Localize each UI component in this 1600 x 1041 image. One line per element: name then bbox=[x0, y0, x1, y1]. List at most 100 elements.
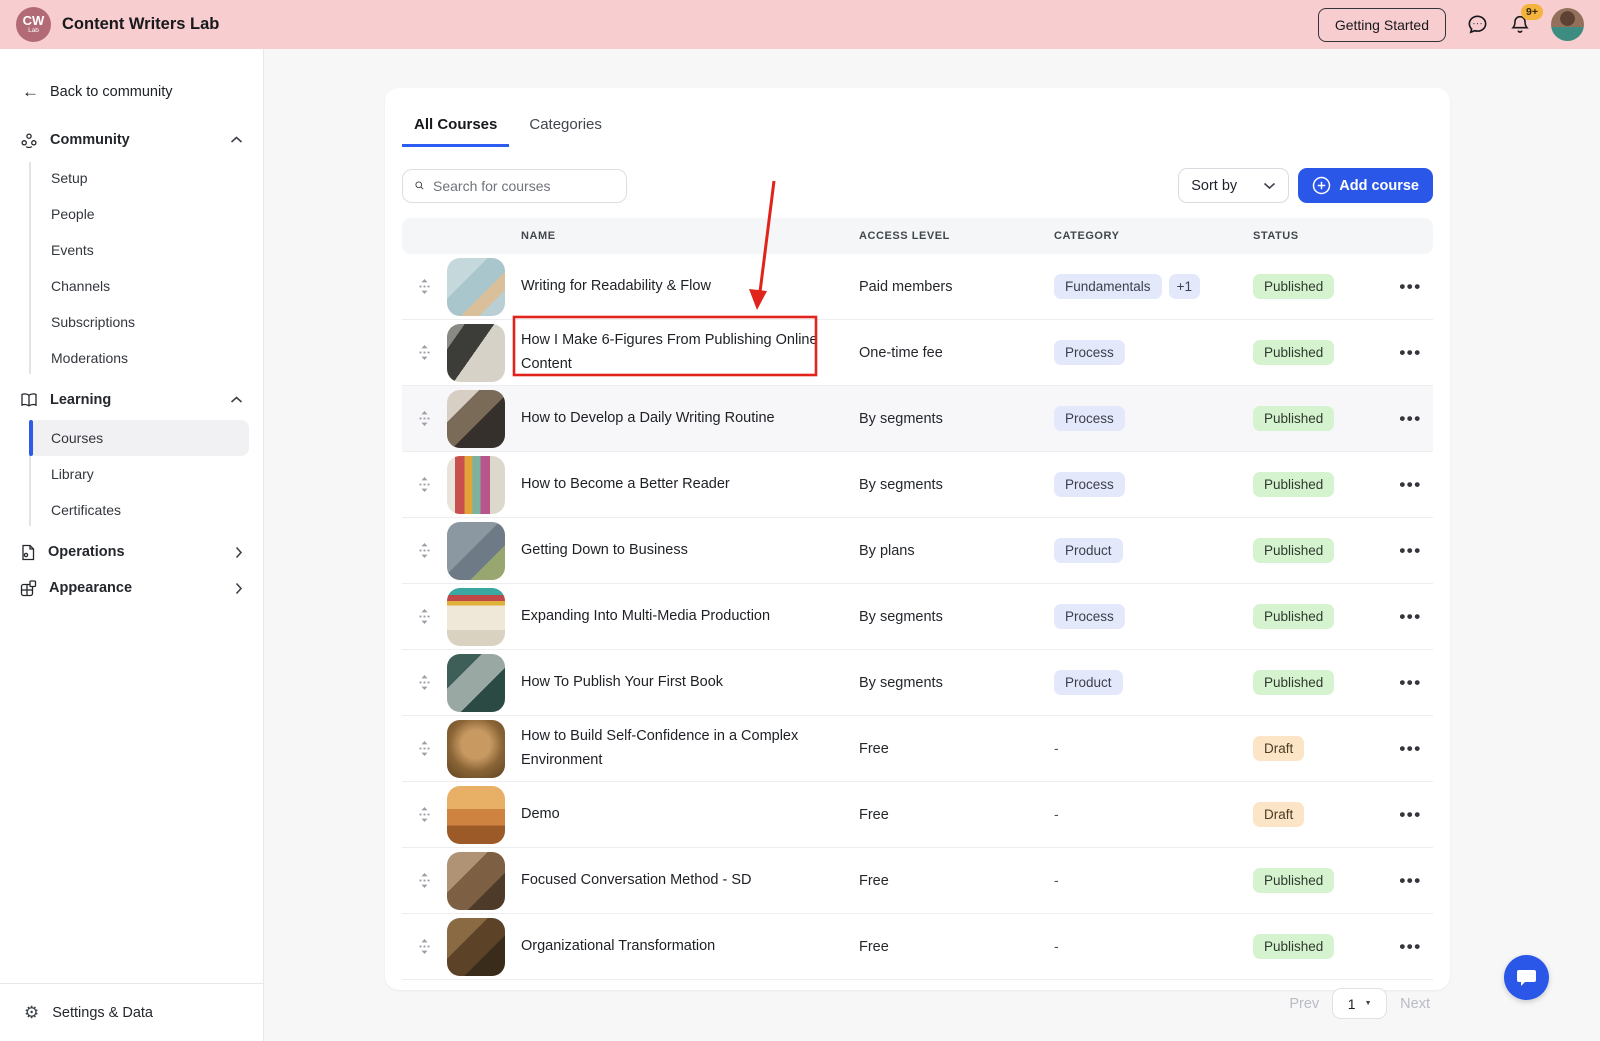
sidebar-item-moderations[interactable]: Moderations bbox=[0, 340, 263, 376]
appearance-label: Appearance bbox=[49, 580, 132, 596]
row-menu-button[interactable]: ••• bbox=[1390, 673, 1431, 693]
status-badge: Published bbox=[1253, 340, 1334, 365]
logo-initials: CW bbox=[23, 14, 45, 27]
notification-count-badge: 9+ bbox=[1521, 4, 1543, 20]
tab-categories[interactable]: Categories bbox=[517, 110, 614, 147]
course-name[interactable]: How to Become a Better Reader bbox=[521, 473, 859, 496]
row-menu-button[interactable]: ••• bbox=[1390, 475, 1431, 495]
row-menu-button[interactable]: ••• bbox=[1390, 805, 1431, 825]
chat-widget-button[interactable] bbox=[1504, 955, 1549, 1000]
sidebar-item-certificates[interactable]: Certificates bbox=[0, 492, 263, 528]
logo-sub: Lab bbox=[28, 28, 39, 35]
search-input[interactable] bbox=[433, 178, 614, 194]
pagination-next[interactable]: Next bbox=[1400, 996, 1430, 1012]
drag-handle-icon[interactable] bbox=[402, 477, 447, 492]
course-name[interactable]: Demo bbox=[521, 803, 859, 826]
drag-handle-icon[interactable] bbox=[402, 411, 447, 426]
table-row[interactable]: How to Develop a Daily Writing Routine B… bbox=[402, 386, 1433, 452]
row-menu-button[interactable]: ••• bbox=[1390, 937, 1431, 957]
plus-circle-icon bbox=[1312, 176, 1331, 195]
col-name: Name bbox=[521, 230, 859, 242]
table-row[interactable]: Focused Conversation Method - SD Free - … bbox=[402, 848, 1433, 914]
course-name[interactable]: Writing for Readability & Flow bbox=[521, 275, 859, 298]
chevron-up-icon bbox=[230, 396, 243, 404]
sidebar-item-people[interactable]: People bbox=[0, 196, 263, 232]
status-badge: Draft bbox=[1253, 802, 1304, 827]
row-menu-button[interactable]: ••• bbox=[1390, 343, 1431, 363]
table-row[interactable]: Writing for Readability & Flow Paid memb… bbox=[402, 254, 1433, 320]
sidebar-item-setup[interactable]: Setup bbox=[0, 160, 263, 196]
add-course-button[interactable]: Add course bbox=[1298, 168, 1433, 203]
table-row[interactable]: Organizational Transformation Free - Pub… bbox=[402, 914, 1433, 980]
status-badge: Published bbox=[1253, 670, 1334, 695]
table-row[interactable]: Demo Free - Draft ••• bbox=[402, 782, 1433, 848]
course-search[interactable] bbox=[402, 169, 627, 203]
row-menu-button[interactable]: ••• bbox=[1390, 871, 1431, 891]
sidebar-item-library[interactable]: Library bbox=[0, 456, 263, 492]
table-row[interactable]: How To Publish Your First Book By segmen… bbox=[402, 650, 1433, 716]
pagination-prev[interactable]: Prev bbox=[1289, 996, 1319, 1012]
table-row[interactable]: Getting Down to Business By plans Produc… bbox=[402, 518, 1433, 584]
community-icon bbox=[20, 132, 38, 149]
sidebar-section-learning[interactable]: Learning bbox=[20, 384, 243, 416]
table-row[interactable]: How I Make 6-Figures From Publishing Onl… bbox=[402, 320, 1433, 386]
course-name[interactable]: How To Publish Your First Book bbox=[521, 671, 859, 694]
drag-handle-icon[interactable] bbox=[402, 873, 447, 888]
row-menu-button[interactable]: ••• bbox=[1390, 277, 1431, 297]
drag-handle-icon[interactable] bbox=[402, 939, 447, 954]
sidebar-section-community[interactable]: Community bbox=[20, 124, 243, 156]
course-access-level: Free bbox=[859, 741, 1054, 757]
drag-handle-icon[interactable] bbox=[402, 345, 447, 360]
tab-all-courses[interactable]: All Courses bbox=[402, 110, 509, 147]
course-thumbnail bbox=[447, 720, 505, 778]
back-to-community-link[interactable]: ← Back to community bbox=[22, 83, 243, 100]
sidebar-section-appearance[interactable]: Appearance bbox=[20, 572, 243, 604]
sidebar-item-subscriptions[interactable]: Subscriptions bbox=[0, 304, 263, 340]
course-name[interactable]: How to Build Self-Confidence in a Comple… bbox=[521, 725, 859, 771]
course-access-level: By segments bbox=[859, 477, 1054, 493]
drag-handle-icon[interactable] bbox=[402, 609, 447, 624]
table-row[interactable]: Expanding Into Multi-Media Production By… bbox=[402, 584, 1433, 650]
course-name[interactable]: How I Make 6-Figures From Publishing Onl… bbox=[521, 329, 859, 375]
messages-icon[interactable] bbox=[1466, 13, 1489, 36]
category-badge: Fundamentals bbox=[1054, 274, 1162, 299]
table-row[interactable]: How to Become a Better Reader By segment… bbox=[402, 452, 1433, 518]
sort-by-dropdown[interactable]: Sort by bbox=[1178, 168, 1289, 203]
drag-handle-icon[interactable] bbox=[402, 807, 447, 822]
pagination-page-number: 1 bbox=[1348, 996, 1356, 1012]
row-menu-button[interactable]: ••• bbox=[1390, 607, 1431, 627]
table-row[interactable]: How to Build Self-Confidence in a Comple… bbox=[402, 716, 1433, 782]
community-subnav: Setup People Events Channels Subscriptio… bbox=[0, 160, 263, 376]
sidebar-item-events[interactable]: Events bbox=[0, 232, 263, 268]
course-name[interactable]: Getting Down to Business bbox=[521, 539, 859, 562]
table-header: Name Access level Category Status bbox=[402, 218, 1433, 254]
sidebar-item-courses[interactable]: Courses bbox=[29, 420, 249, 456]
drag-handle-icon[interactable] bbox=[402, 543, 447, 558]
sidebar-item-channels[interactable]: Channels bbox=[0, 268, 263, 304]
settings-and-data-link[interactable]: ⚙ Settings & Data bbox=[0, 983, 263, 1041]
drag-handle-icon[interactable] bbox=[402, 741, 447, 756]
drag-handle-icon[interactable] bbox=[402, 675, 447, 690]
courses-card: All Courses Categories Sort by bbox=[385, 88, 1450, 990]
drag-handle-icon[interactable] bbox=[402, 279, 447, 294]
row-menu-button[interactable]: ••• bbox=[1390, 541, 1431, 561]
row-menu-button[interactable]: ••• bbox=[1390, 409, 1431, 429]
back-arrow-icon: ← bbox=[22, 83, 39, 100]
notifications-bell-icon[interactable]: 9+ bbox=[1509, 13, 1531, 36]
row-menu-button[interactable]: ••• bbox=[1390, 739, 1431, 759]
sidebar-section-operations[interactable]: Operations bbox=[20, 536, 243, 568]
user-avatar[interactable] bbox=[1551, 8, 1584, 41]
status-badge: Published bbox=[1253, 406, 1334, 431]
course-access-level: By segments bbox=[859, 675, 1054, 691]
pagination-page-select[interactable]: 1 ▼ bbox=[1332, 988, 1387, 1019]
settings-label: Settings & Data bbox=[52, 1005, 153, 1021]
course-name[interactable]: How to Develop a Daily Writing Routine bbox=[521, 407, 859, 430]
course-name[interactable]: Expanding Into Multi-Media Production bbox=[521, 605, 859, 628]
course-name[interactable]: Organizational Transformation bbox=[521, 935, 859, 958]
col-category: Category bbox=[1054, 230, 1253, 242]
category-empty: - bbox=[1054, 740, 1059, 756]
getting-started-button[interactable]: Getting Started bbox=[1318, 8, 1446, 42]
chevron-up-icon bbox=[230, 136, 243, 144]
status-badge: Published bbox=[1253, 472, 1334, 497]
course-name[interactable]: Focused Conversation Method - SD bbox=[521, 869, 859, 892]
